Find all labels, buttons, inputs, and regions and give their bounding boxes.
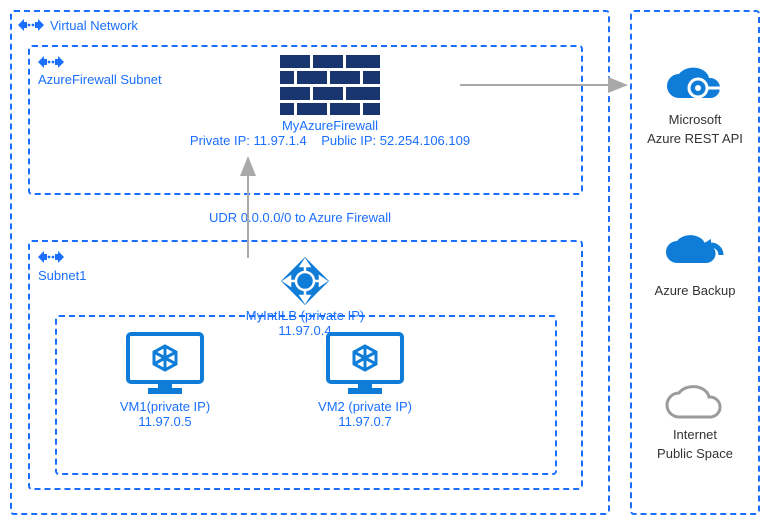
vm1-name: VM1(private IP)	[80, 399, 250, 414]
azure-backup-block: Azure Backup	[655, 229, 736, 298]
vm2-block: VM2 (private IP) 11.97.0.7	[280, 332, 450, 429]
vm-icon	[126, 332, 204, 396]
external-services-container: Microsoft Azure REST API Azure Backup In…	[630, 10, 760, 515]
vnet-icon	[18, 16, 44, 34]
vnet-icon	[38, 53, 64, 71]
virtual-network-label: Virtual Network	[50, 18, 138, 33]
ilb-name: MyIntILB (private IP)	[195, 308, 415, 323]
vm-icon	[326, 332, 404, 396]
cloud-api-icon	[663, 64, 727, 108]
load-balancer-icon	[281, 257, 329, 305]
firewall-private-ip: Private IP: 11.97.1.4	[190, 133, 307, 148]
firewall-icon	[280, 55, 380, 115]
azure-backup-label: Azure Backup	[655, 283, 736, 298]
firewall-public-ip: Public IP: 52.254.106.109	[321, 133, 470, 148]
internet-block: Internet Public Space	[657, 381, 733, 461]
internet-label-2: Public Space	[657, 446, 733, 461]
firewall-name: MyAzureFirewall	[180, 118, 480, 133]
vm1-block: VM1(private IP) 11.97.0.5	[80, 332, 250, 429]
cloud-icon	[663, 381, 727, 423]
load-balancer-block: MyIntILB (private IP) 11.97.0.4	[195, 257, 415, 338]
udr-label: UDR 0.0.0.0/0 to Azure Firewall	[170, 210, 430, 225]
firewall-block: MyAzureFirewall Private IP: 11.97.1.4 Pu…	[180, 55, 480, 148]
internet-label-1: Internet	[673, 427, 717, 442]
rest-api-block: Microsoft Azure REST API	[647, 64, 743, 146]
vm1-ip: 11.97.0.5	[80, 414, 250, 429]
rest-api-label-1: Microsoft	[669, 112, 722, 127]
firewall-subnet-label: AzureFirewall Subnet	[38, 73, 162, 88]
rest-api-label-2: Azure REST API	[647, 131, 743, 146]
vnet-icon	[38, 248, 64, 266]
cloud-backup-icon	[663, 229, 727, 279]
virtual-network-header: Virtual Network	[12, 12, 608, 38]
vm2-ip: 11.97.0.7	[280, 414, 450, 429]
subnet1-label: Subnet1	[38, 268, 86, 283]
vm2-name: VM2 (private IP)	[280, 399, 450, 414]
firewall-ips: Private IP: 11.97.1.4 Public IP: 52.254.…	[180, 133, 480, 148]
